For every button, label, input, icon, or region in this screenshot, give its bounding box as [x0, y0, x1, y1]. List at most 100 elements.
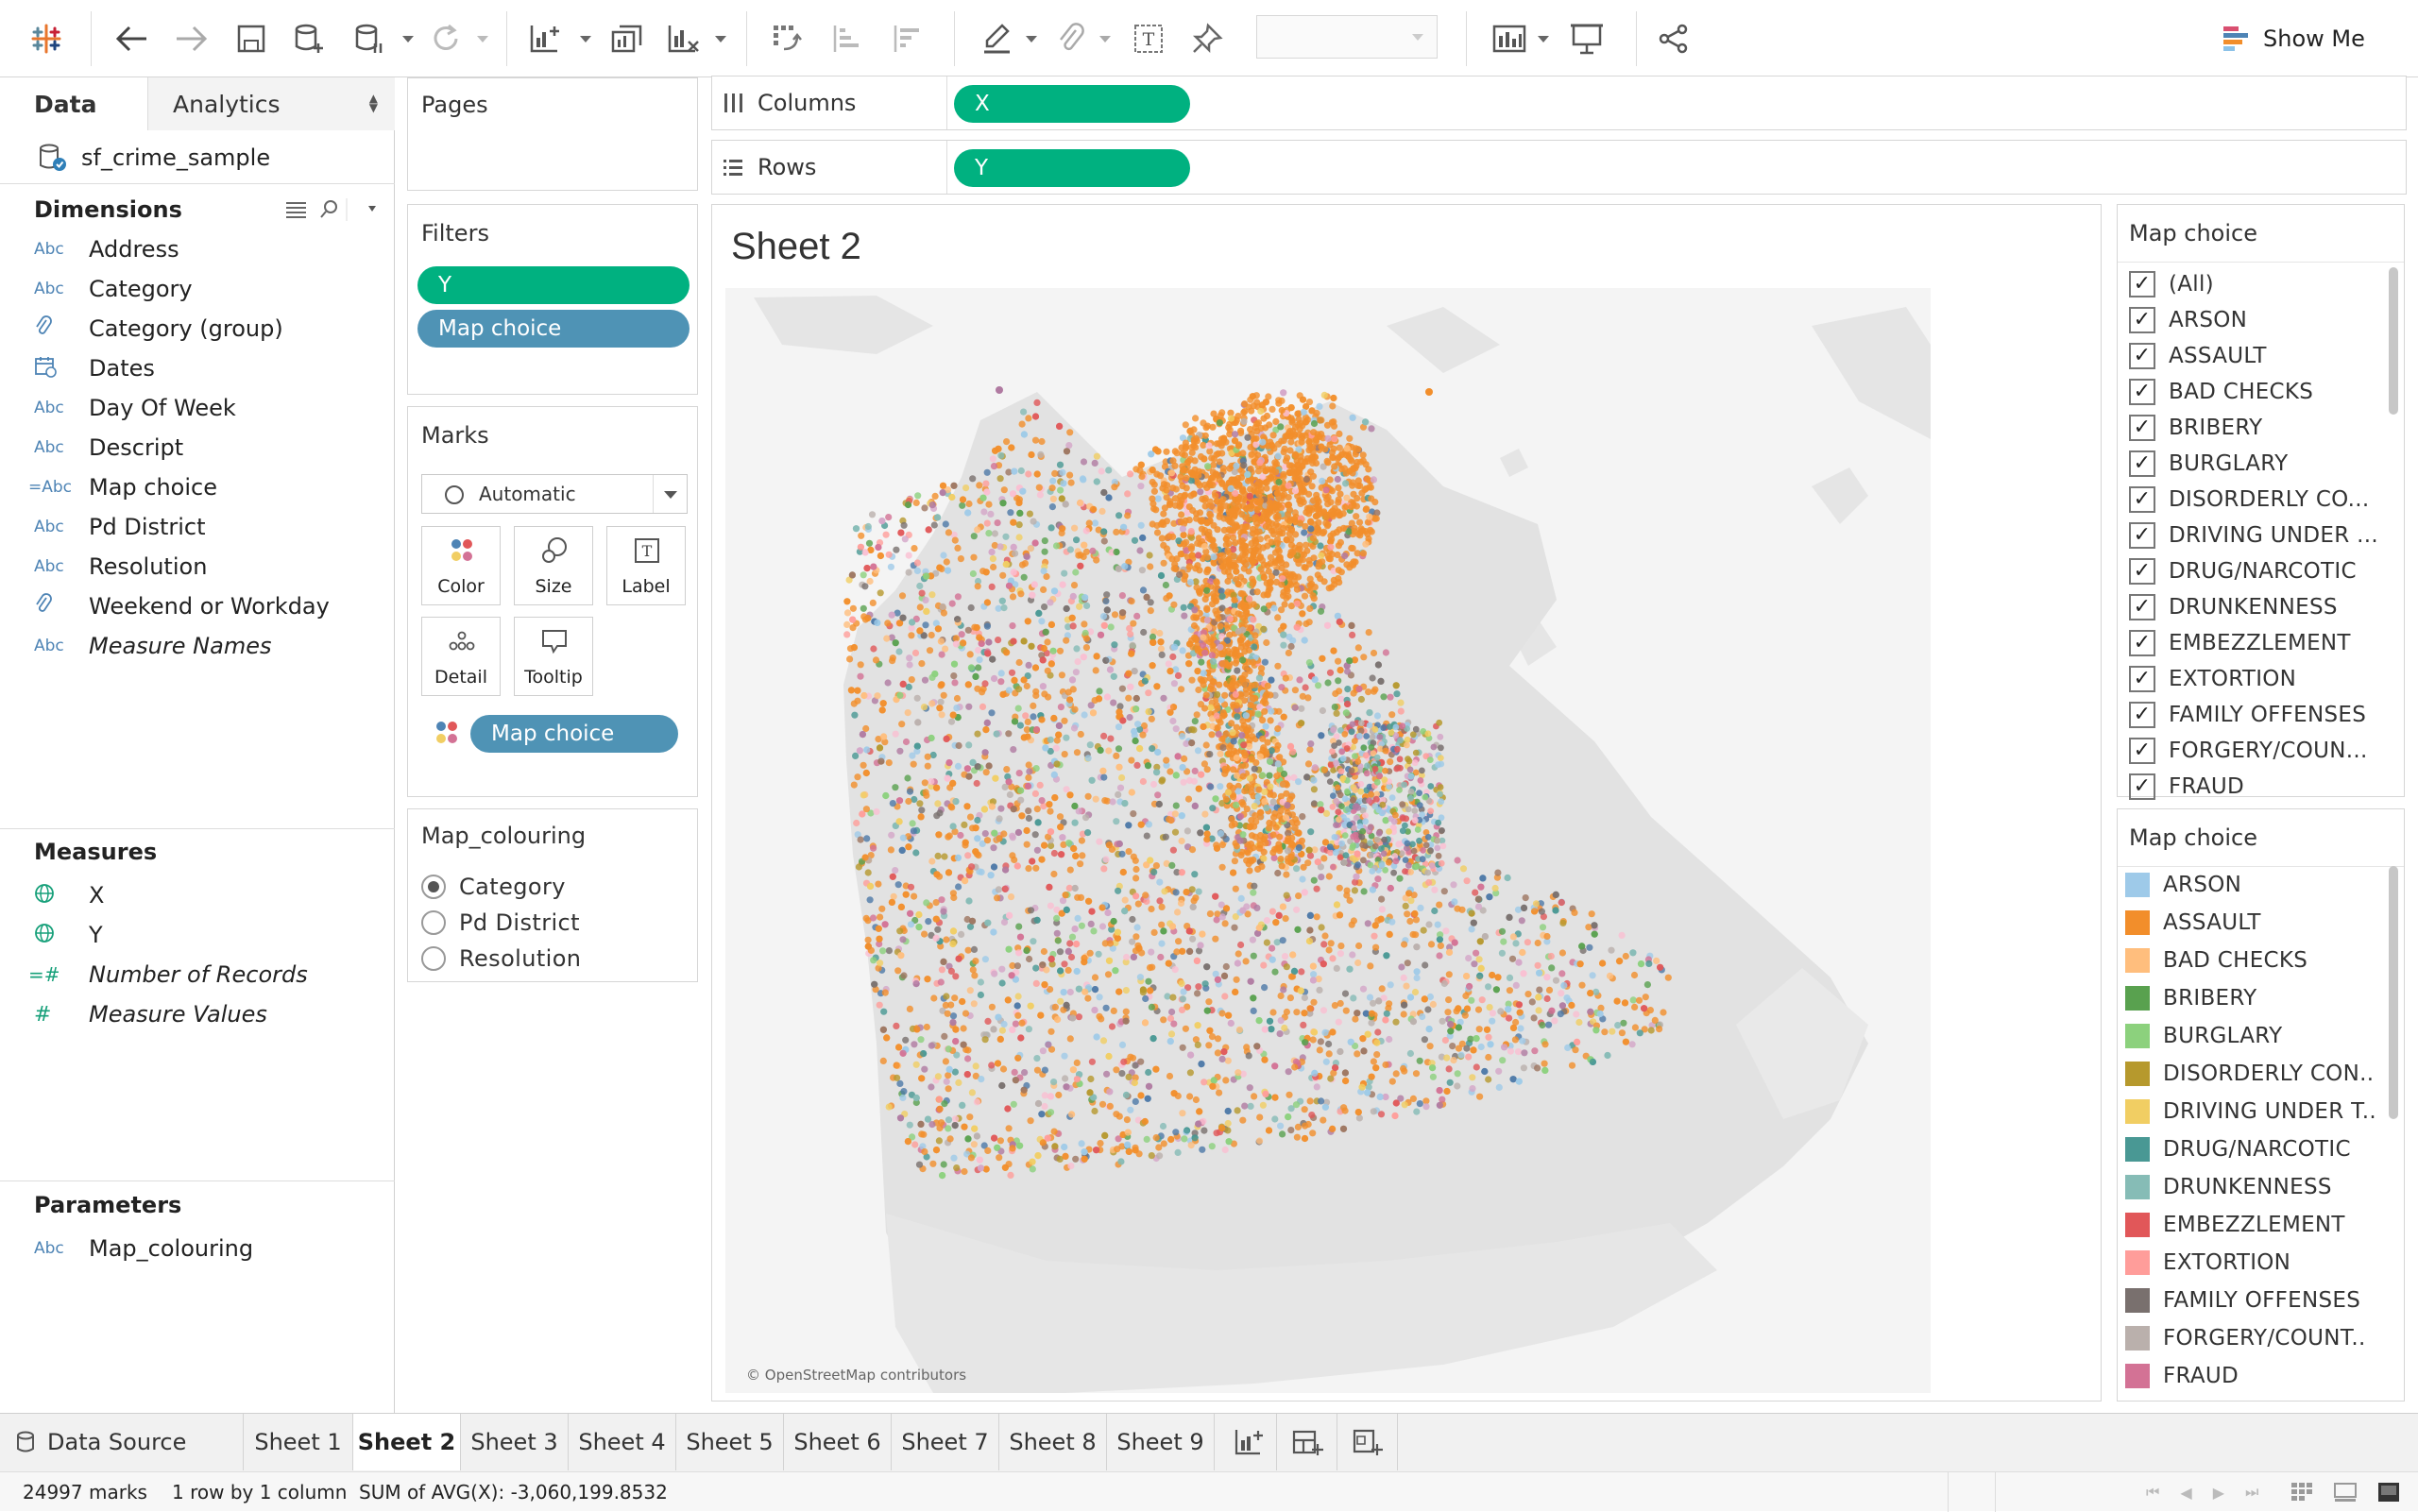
sheet-tab-sheet-1[interactable]: Sheet 1	[244, 1414, 353, 1470]
presentation-icon[interactable]	[1566, 17, 1608, 60]
dimension-resolution[interactable]: AbcResolution	[34, 548, 207, 586]
dimension-category[interactable]: AbcCategory	[34, 270, 193, 308]
checkbox-checked-icon[interactable]: ✓	[2129, 343, 2155, 369]
filter-pill-y[interactable]: Y	[417, 266, 690, 304]
pages-card[interactable]: Pages	[407, 77, 698, 191]
columns-shelf[interactable]: Columns X	[711, 76, 2407, 130]
filter-item-forgery-coun[interactable]: ✓FORGERY/COUN...	[2129, 734, 2368, 768]
checkbox-checked-icon[interactable]: ✓	[2129, 702, 2155, 728]
filter-item-bad-checks[interactable]: ✓BAD CHECKS	[2129, 375, 2313, 409]
checkbox-checked-icon[interactable]: ✓	[2129, 738, 2155, 764]
filter-item-burglary[interactable]: ✓BURGLARY	[2129, 447, 2288, 481]
checkbox-checked-icon[interactable]: ✓	[2129, 594, 2155, 620]
highlight-icon[interactable]	[977, 17, 1018, 60]
filter-item-arson[interactable]: ✓ARSON	[2129, 303, 2247, 337]
legend-item-embezzlement[interactable]: EMBEZZLEMENT	[2125, 1208, 2345, 1242]
filter-item-assault[interactable]: ✓ASSAULT	[2129, 339, 2267, 373]
sort-descending-icon[interactable]	[888, 17, 929, 60]
dimension-measure-names[interactable]: AbcMeasure Names	[34, 627, 271, 665]
rows-shelf[interactable]: Rows Y	[711, 140, 2407, 195]
filter-item-family-offenses[interactable]: ✓FAMILY OFFENSES	[2129, 698, 2366, 732]
measure-measure-values[interactable]: #Measure Values	[34, 995, 267, 1033]
map-canvas[interactable]: © OpenStreetMap contributors	[725, 288, 1931, 1393]
legend-item-driving-under-t[interactable]: DRIVING UNDER T..	[2125, 1095, 2376, 1129]
tooltip-button[interactable]: Tooltip	[514, 617, 593, 696]
filter-item-all[interactable]: ✓(All)	[2129, 267, 2214, 301]
pause-updates-icon[interactable]	[351, 17, 389, 60]
dimension-map-choice[interactable]: =AbcMap choice	[34, 468, 217, 506]
sheet-tab-sheet-2[interactable]: Sheet 2	[353, 1414, 461, 1470]
filter-item-fraud[interactable]: ✓FRAUD	[2129, 770, 2244, 804]
tabs-view-icon[interactable]	[2377, 1482, 2400, 1503]
swap-icon[interactable]	[767, 17, 809, 60]
legend-item-fraud[interactable]: FRAUD	[2125, 1359, 2239, 1393]
new-dashboard-tab-button[interactable]	[1277, 1414, 1337, 1470]
tableau-logo-icon[interactable]	[25, 17, 68, 60]
show-me-button[interactable]: Show Me	[2222, 17, 2373, 60]
dimension-category-group[interactable]: Category (group)	[34, 310, 283, 348]
filter-item-drug-narcotic[interactable]: ✓DRUG/NARCOTIC	[2129, 554, 2357, 588]
filter-pill-map-choice[interactable]: Map choice	[417, 310, 690, 348]
checkbox-checked-icon[interactable]: ✓	[2129, 307, 2155, 333]
checkbox-checked-icon[interactable]: ✓	[2129, 379, 2155, 405]
checkbox-checked-icon[interactable]: ✓	[2129, 666, 2155, 692]
new-worksheet-tab-button[interactable]	[1222, 1414, 1277, 1470]
map-svg[interactable]	[725, 288, 1931, 1393]
detail-button[interactable]: Detail	[421, 617, 501, 696]
data-source-tab[interactable]: Data Source	[0, 1414, 244, 1470]
checkbox-checked-icon[interactable]: ✓	[2129, 450, 2155, 477]
filter-item-drunkenness[interactable]: ✓DRUNKENNESS	[2129, 590, 2338, 624]
sheet-tab-sheet-4[interactable]: Sheet 4	[569, 1414, 676, 1470]
filters-card[interactable]: Filters Y Map choice	[407, 204, 698, 395]
legend-item-bribery[interactable]: BRIBERY	[2125, 981, 2257, 1015]
filter-item-bribery[interactable]: ✓BRIBERY	[2129, 411, 2263, 445]
marks-color-pill[interactable]: Map choice	[470, 715, 678, 753]
dimension-descript[interactable]: AbcDescript	[34, 429, 183, 467]
legend-item-extortion[interactable]: EXTORTION	[2125, 1246, 2290, 1280]
tab-analytics[interactable]: Analytics ▲▼	[147, 77, 395, 130]
forward-icon[interactable]	[170, 17, 213, 60]
filter-scrollbar[interactable]	[2389, 267, 2398, 415]
legend-item-bad-checks[interactable]: BAD CHECKS	[2125, 943, 2307, 977]
checkbox-checked-icon[interactable]: ✓	[2129, 271, 2155, 297]
columns-pill-x[interactable]: X	[954, 85, 1190, 123]
sheet-tab-sheet-5[interactable]: Sheet 5	[676, 1414, 784, 1470]
checkbox-checked-icon[interactable]: ✓	[2129, 522, 2155, 549]
radio-resolution[interactable]: Resolution	[421, 942, 581, 976]
mark-type-dropdown[interactable]: Automatic	[421, 474, 688, 514]
datasource-item[interactable]: sf_crime_sample	[38, 136, 270, 179]
share-icon[interactable]	[1653, 17, 1694, 60]
rows-pill-y[interactable]: Y	[954, 149, 1190, 187]
parameter-map-colouring[interactable]: AbcMap_colouring	[34, 1230, 253, 1267]
label-button[interactable]: T Label	[606, 526, 686, 605]
legend-scrollbar[interactable]	[2389, 866, 2398, 1119]
filmstrip-icon[interactable]	[2334, 1482, 2357, 1503]
legend-item-family-offenses[interactable]: FAMILY OFFENSES	[2125, 1283, 2360, 1317]
back-icon[interactable]	[110, 17, 153, 60]
new-datasource-icon[interactable]	[291, 17, 329, 60]
sheet-sorter-icon[interactable]	[2290, 1482, 2313, 1503]
dimension-pd-district[interactable]: AbcPd District	[34, 508, 206, 546]
sheet-tab-sheet-9[interactable]: Sheet 9	[1107, 1414, 1215, 1470]
filter-item-driving-under[interactable]: ✓DRIVING UNDER ...	[2129, 518, 2378, 552]
legend-item-forgery-count[interactable]: FORGERY/COUNT..	[2125, 1321, 2366, 1355]
sheet-tab-sheet-3[interactable]: Sheet 3	[461, 1414, 569, 1470]
sheet-tab-sheet-8[interactable]: Sheet 8	[999, 1414, 1107, 1470]
measure-x[interactable]: X	[34, 876, 104, 914]
color-button[interactable]: Color	[421, 526, 501, 605]
label-icon[interactable]: T	[1128, 17, 1169, 60]
new-worksheet-icon[interactable]	[525, 17, 567, 60]
checkbox-checked-icon[interactable]: ✓	[2129, 630, 2155, 656]
filter-item-extortion[interactable]: ✓EXTORTION	[2129, 662, 2296, 696]
legend-item-drug-narcotic[interactable]: DRUG/NARCOTIC	[2125, 1132, 2351, 1166]
clear-sheet-icon[interactable]	[663, 17, 705, 60]
checkbox-checked-icon[interactable]: ✓	[2129, 558, 2155, 585]
sheet-tab-sheet-6[interactable]: Sheet 6	[784, 1414, 892, 1470]
size-button[interactable]: Size	[514, 526, 593, 605]
dimension-address[interactable]: AbcAddress	[34, 230, 179, 268]
duplicate-sheet-icon[interactable]	[606, 17, 648, 60]
save-icon[interactable]	[232, 17, 270, 60]
sort-ascending-icon[interactable]	[827, 17, 869, 60]
tab-data[interactable]: Data	[0, 77, 147, 130]
legend-item-burglary[interactable]: BURGLARY	[2125, 1019, 2282, 1053]
